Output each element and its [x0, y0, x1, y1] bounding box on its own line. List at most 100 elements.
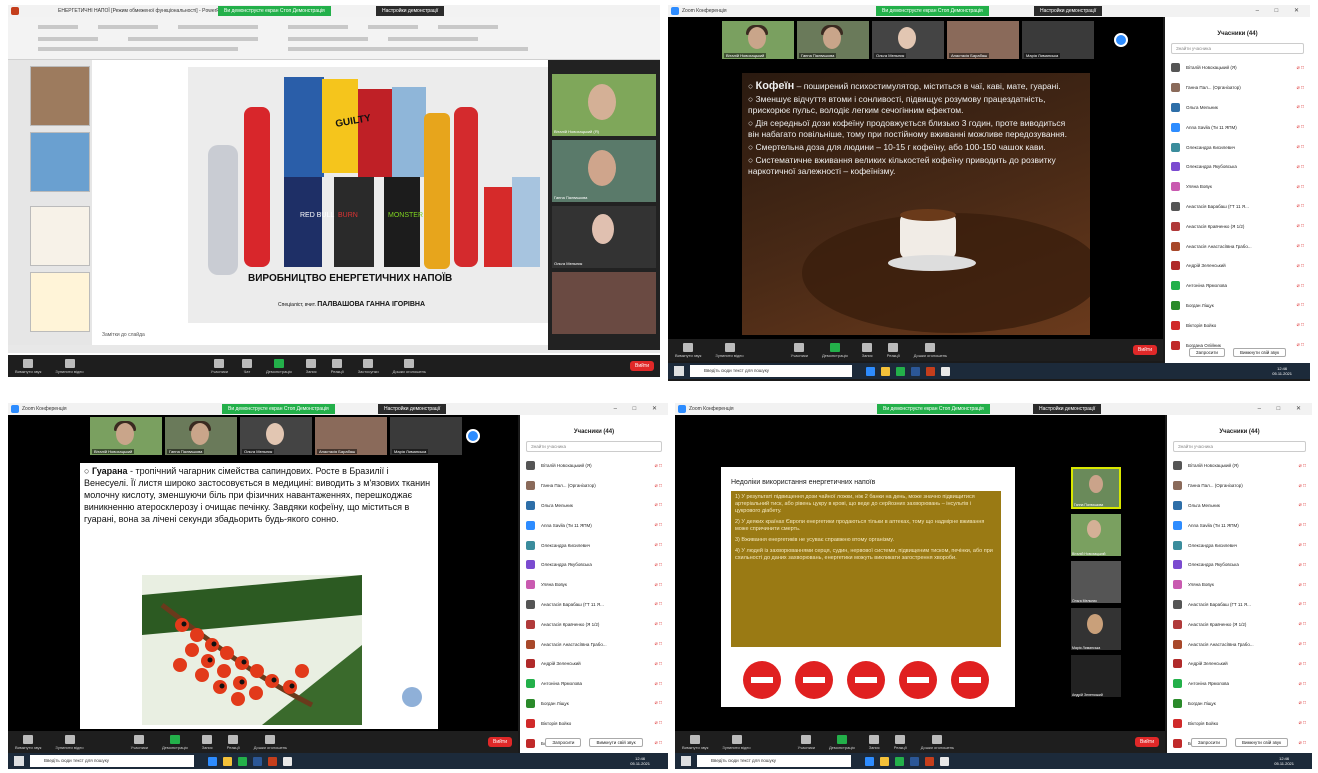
powerpoint-taskbar-icon[interactable]: [926, 366, 935, 376]
stop-video-button[interactable]: Зупинити відео: [55, 358, 84, 374]
participant-row[interactable]: Ганна Пал... (Організатор) ⌀ □: [520, 476, 668, 496]
invite-button[interactable]: Запросити: [1188, 348, 1225, 357]
participant-row[interactable]: Олександра Кисилевич ⌀ □: [1167, 535, 1312, 555]
mute-self-button[interactable]: Вимкнути свій звук: [1234, 738, 1289, 747]
reactions-button[interactable]: Реакції: [894, 734, 907, 750]
video-thumb[interactable]: Ганна Палвашова: [1071, 467, 1121, 509]
video-tile[interactable]: Ольга Мельник: [552, 206, 656, 268]
chat-button[interactable]: Чат: [241, 358, 252, 374]
chrome-taskbar-icon[interactable]: [940, 756, 949, 766]
stop-video-button[interactable]: Зупинити відео: [55, 734, 84, 750]
powerpoint-taskbar-icon[interactable]: [925, 756, 934, 766]
muted-mic-icon[interactable]: ⌀ □: [1297, 124, 1304, 130]
explorer-taskbar-icon[interactable]: [223, 756, 232, 766]
muted-mic-icon[interactable]: ⌀ □: [1297, 223, 1304, 229]
mute-button[interactable]: Вимкнути звук: [682, 734, 708, 750]
whiteboards-button[interactable]: Дошки оголошень: [393, 358, 426, 374]
taskbar-search[interactable]: Введіть сюди текст для пошуку: [697, 755, 851, 767]
muted-mic-icon[interactable]: ⌀ □: [1297, 184, 1304, 190]
participant-row[interactable]: Андрій Зеленський ⌀ □: [1167, 654, 1312, 674]
slides-pane[interactable]: [8, 60, 92, 350]
video-tile[interactable]: Віталій Новохацький (Я): [552, 74, 656, 136]
video-thumb[interactable]: Ольга Мельник: [1071, 561, 1121, 603]
share-banner[interactable]: Ви демонструєте екран Стоп Демонстрація: [222, 404, 335, 414]
share-options-button[interactable]: Настройки демонстрації: [378, 404, 447, 414]
participants-button[interactable]: Учасники: [791, 342, 808, 358]
muted-mic-icon[interactable]: ⌀ □: [1297, 85, 1304, 91]
participant-row[interactable]: Олександра Якубовська ⌀ □: [1165, 157, 1310, 177]
zoom-taskbar-icon[interactable]: [866, 366, 875, 376]
share-screen-button[interactable]: Демонстрація: [162, 734, 188, 750]
word-taskbar-icon[interactable]: [910, 756, 919, 766]
zoom-taskbar-icon[interactable]: [208, 756, 217, 766]
muted-mic-icon[interactable]: ⌀ □: [1299, 562, 1306, 568]
mute-button[interactable]: Вимкнути звук: [15, 734, 41, 750]
video-tile[interactable]: [552, 272, 656, 334]
participant-search-input[interactable]: Знайти учасника: [1171, 43, 1304, 54]
participant-row[interactable]: Вікторія Бойко ⌀ □: [1165, 315, 1310, 335]
end-button[interactable]: Вийти: [629, 361, 654, 371]
windows-start-icon[interactable]: [674, 366, 684, 376]
apps-button[interactable]: Застосунки: [358, 358, 379, 374]
mute-self-button[interactable]: Вимкнути свій звук: [589, 738, 643, 747]
participants-button[interactable]: Учасники: [211, 358, 228, 374]
participant-row[interactable]: Анастасія Анастасіївна Грабо... ⌀ □: [520, 634, 668, 654]
mute-button[interactable]: Вимкнути звук: [15, 358, 41, 374]
muted-mic-icon[interactable]: ⌀ □: [1299, 700, 1306, 706]
video-thumb[interactable]: Ольга Мельник: [872, 21, 944, 59]
share-options-button[interactable]: Настройки демонстрації: [1034, 6, 1103, 16]
participant-search-input[interactable]: Знайти учасника: [526, 441, 662, 452]
participant-row[interactable]: Анастасія Барабаш (ГТ 11 Я... ⌀ □: [1165, 197, 1310, 217]
share-screen-button[interactable]: Демонстрація: [266, 358, 292, 374]
participant-row[interactable]: Олександра Кисилевич ⌀ □: [520, 535, 668, 555]
participants-button[interactable]: Учасники: [131, 734, 148, 750]
participant-row[interactable]: Anna Saviła (Ти 11 ЯПМ) ⌀ □: [1167, 515, 1312, 535]
muted-mic-icon[interactable]: ⌀ □: [1297, 164, 1304, 170]
participant-row[interactable]: Анастасія Барабаш (ГТ 11 Я... ⌀ □: [520, 595, 668, 615]
muted-mic-icon[interactable]: ⌀ □: [1297, 263, 1304, 269]
end-button[interactable]: Вийти: [487, 737, 512, 747]
muted-mic-icon[interactable]: ⌀ □: [1299, 621, 1306, 627]
participant-row[interactable]: Віталій Новохацький (Я) ⌀ □: [1167, 456, 1312, 476]
window-controls[interactable]: – □ ✕: [1256, 7, 1306, 14]
participant-row[interactable]: Ганна Пал... (Організатор) ⌀ □: [1167, 476, 1312, 496]
video-thumb[interactable]: Ганна Палвашова: [165, 417, 237, 455]
muted-mic-icon[interactable]: ⌀ □: [655, 661, 662, 667]
participant-row[interactable]: Анастасія Кравченко (Я 1/2) ⌀ □: [520, 614, 668, 634]
share-banner[interactable]: Ви демонструєте екран Стоп Демонстрація: [876, 6, 989, 16]
muted-mic-icon[interactable]: ⌀ □: [655, 522, 662, 528]
muted-mic-icon[interactable]: ⌀ □: [1299, 502, 1306, 508]
muted-mic-icon[interactable]: ⌀ □: [1299, 542, 1306, 548]
taskbar-search[interactable]: Введіть сюди текст для пошуку: [690, 365, 852, 377]
participant-row[interactable]: Богдан Ліщук ⌀ □: [520, 694, 668, 714]
reactions-button[interactable]: Реакції: [331, 358, 344, 374]
windows-start-icon[interactable]: [681, 756, 691, 766]
muted-mic-icon[interactable]: ⌀ □: [1297, 322, 1304, 328]
muted-mic-icon[interactable]: ⌀ □: [655, 542, 662, 548]
video-thumb[interactable]: Марія Лиманська: [1022, 21, 1094, 59]
whiteboards-button[interactable]: Дошки оголошень: [921, 734, 954, 750]
mute-self-button[interactable]: Вимкнути свій звук: [1232, 348, 1287, 357]
window-controls[interactable]: – □ ✕: [1258, 405, 1308, 412]
word-taskbar-icon[interactable]: [911, 366, 920, 376]
participant-row[interactable]: Антоніна Ярмолова ⌀ □: [520, 674, 668, 694]
participant-row[interactable]: Віталій Новохацький (Я) ⌀ □: [520, 456, 668, 476]
participant-row[interactable]: Анастасія Кравченко (Я 1/2) ⌀ □: [1165, 216, 1310, 236]
excel-taskbar-icon[interactable]: [238, 756, 247, 766]
participant-row[interactable]: Анастасія Барабаш (ГТ 11 Я... ⌀ □: [1167, 595, 1312, 615]
muted-mic-icon[interactable]: ⌀ □: [1297, 144, 1304, 150]
participant-row[interactable]: Ольга Мельник ⌀ □: [1165, 98, 1310, 118]
video-thumb[interactable]: Віталій Новохацький: [90, 417, 162, 455]
video-thumb[interactable]: Марія Лиманська: [390, 417, 462, 455]
share-screen-button[interactable]: Демонстрація: [829, 734, 855, 750]
muted-mic-icon[interactable]: ⌀ □: [655, 502, 662, 508]
slide-thumbnail[interactable]: [30, 206, 90, 266]
muted-mic-icon[interactable]: ⌀ □: [1299, 641, 1306, 647]
record-button[interactable]: Запис: [306, 358, 317, 374]
muted-mic-icon[interactable]: ⌀ □: [1297, 203, 1304, 209]
powerpoint-taskbar-icon[interactable]: [268, 756, 277, 766]
share-options-button[interactable]: Настройки демонстрації: [376, 6, 445, 16]
video-thumb[interactable]: Андрій Зеленський: [1071, 655, 1121, 697]
record-button[interactable]: Запис: [869, 734, 880, 750]
muted-mic-icon[interactable]: ⌀ □: [655, 641, 662, 647]
